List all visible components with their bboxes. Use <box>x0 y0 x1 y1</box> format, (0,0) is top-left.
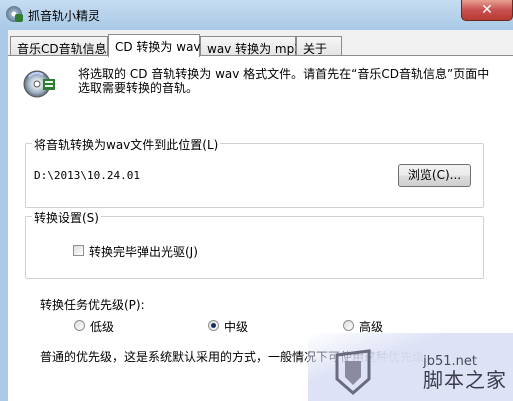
description-text: 将选取的 CD 音轨转换为 wav 格式文件。请首先在“音乐CD音轨信息”页面中… <box>78 67 490 95</box>
close-icon: ✕ <box>481 2 493 18</box>
window-title: 抓音轨小精灵 <box>28 9 101 23</box>
destination-group-title: 将音轨转换为wav文件到此位置(L) <box>32 136 221 153</box>
eject-checkbox[interactable] <box>73 245 84 256</box>
priority-low-radio[interactable] <box>74 320 85 331</box>
close-button[interactable]: ✕ <box>461 0 513 21</box>
settings-group-title: 转换设置(S) <box>32 209 101 226</box>
priority-low-label[interactable]: 低级 <box>90 318 114 335</box>
watermark-logo-icon <box>335 349 371 395</box>
app-disc-icon <box>6 6 23 22</box>
eject-label[interactable]: 转换完毕弹出光驱(J) <box>89 243 198 260</box>
tab-about[interactable]: 关于 <box>296 36 342 56</box>
tab-wav-to-mp3[interactable]: wav 转换为 mp3 <box>200 36 302 56</box>
app-window: 抓音轨小精灵 ✕ 音乐CD音轨信息 CD 转换为 wav wav 转换为 mp3… <box>0 0 513 401</box>
tab-cd-to-wav[interactable]: CD 转换为 wav <box>108 34 201 57</box>
watermark-brand: 脚本之家 <box>423 368 507 392</box>
title-bar[interactable]: 抓音轨小精灵 ✕ <box>0 0 513 30</box>
priority-medium-radio[interactable] <box>208 320 219 331</box>
browse-button[interactable]: 浏览(C)... <box>398 164 471 187</box>
tab-strip: 音乐CD音轨信息 CD 转换为 wav wav 转换为 mp3 关于 <box>8 34 513 57</box>
tab-cd-info[interactable]: 音乐CD音轨信息 <box>10 36 108 56</box>
watermark-overlay: jb51.net 脚本之家 <box>308 333 513 401</box>
priority-high-radio[interactable] <box>343 320 354 331</box>
destination-path: D:\2013\10.24.01 <box>34 169 140 182</box>
cd-disc-icon <box>23 70 55 98</box>
priority-label: 转换任务优先级(P): <box>40 298 145 312</box>
priority-medium-label[interactable]: 中级 <box>224 318 248 335</box>
